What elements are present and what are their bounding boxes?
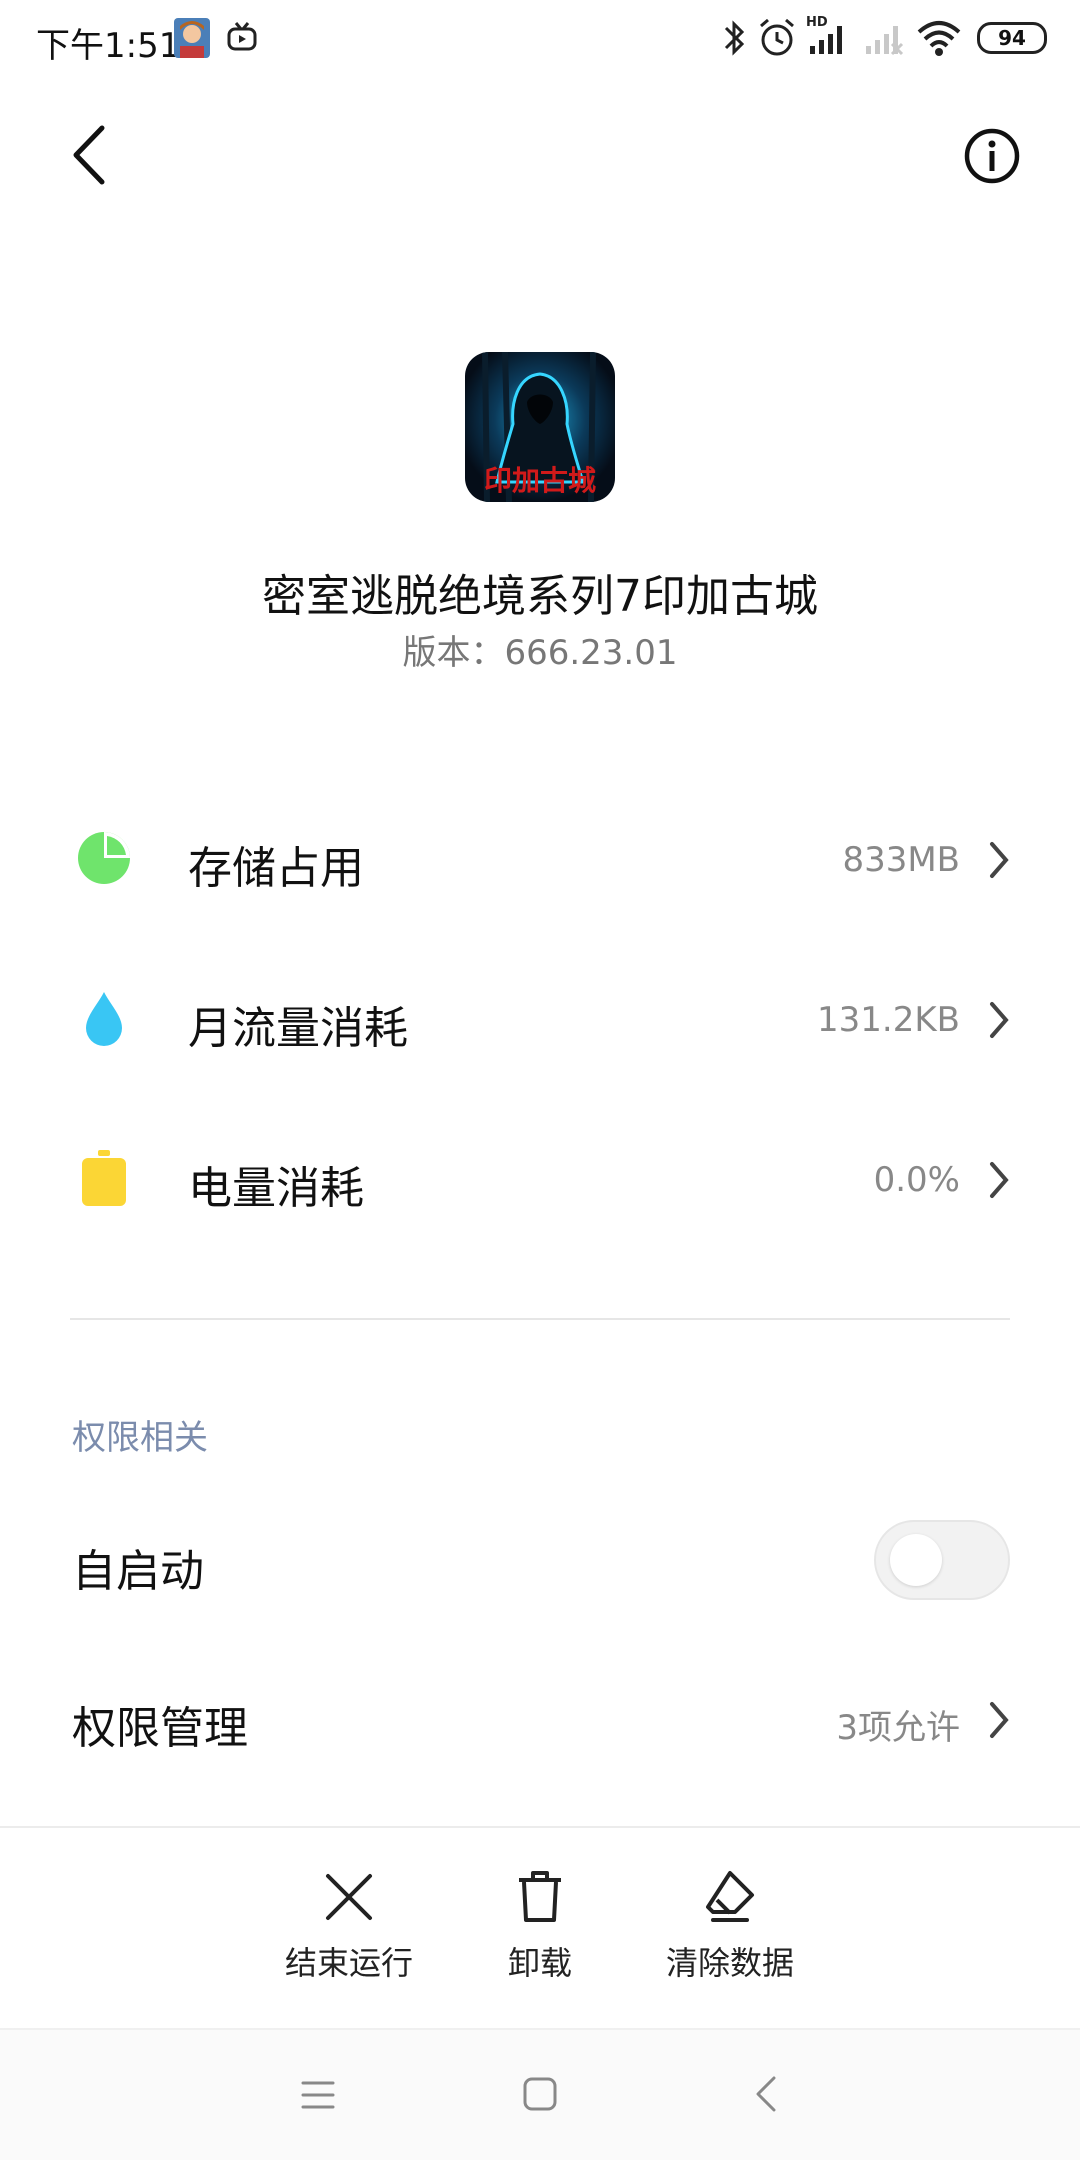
bluetooth-icon	[720, 18, 748, 62]
back-button[interactable]	[60, 120, 120, 190]
battery-usage-icon	[82, 1150, 126, 1206]
app-version: 666.23.01	[504, 633, 678, 673]
permission-manage-value: 3项允许	[836, 1708, 960, 1748]
svg-text:HD: HD	[806, 15, 828, 30]
data-usage-label: 月流量消耗	[188, 1003, 408, 1054]
storage-row[interactable]: 存储占用 833MB	[0, 800, 1080, 920]
battery-usage-row[interactable]: 电量消耗 0.0%	[0, 1120, 1080, 1240]
signal-empty-icon	[862, 14, 906, 62]
navigation-bar	[0, 2030, 1080, 2160]
storage-label: 存储占用	[188, 843, 364, 894]
wifi-icon	[916, 18, 962, 62]
eraser-icon	[706, 1871, 754, 1922]
water-drop-icon	[86, 992, 122, 1046]
signal-icon: HD	[806, 14, 850, 62]
pie-chart-icon	[78, 832, 130, 884]
chevron-right-icon	[990, 842, 1009, 878]
version-label: 版本：	[402, 633, 505, 673]
battery-level: 94	[998, 26, 1026, 50]
app-icon-text: 印加古城	[484, 464, 596, 497]
app-version-row: 版本：666.23.01	[0, 625, 1080, 674]
info-button[interactable]	[962, 126, 1022, 186]
status-bar: 下午1:51 HD 94	[0, 0, 1080, 80]
permissions-section-title: 权限相关	[72, 1418, 208, 1458]
permission-manage-label: 权限管理	[72, 1703, 248, 1754]
tv-icon	[226, 22, 258, 56]
chevron-right-icon	[990, 1162, 1009, 1198]
chevron-right-icon	[990, 1702, 1009, 1738]
data-usage-value: 131.2KB	[817, 1000, 960, 1040]
info-icon	[964, 128, 1020, 184]
status-time: 下午1:51	[36, 26, 181, 66]
autostart-toggle[interactable]	[874, 1520, 1010, 1600]
force-stop-button[interactable]: 结束运行	[249, 1870, 449, 1990]
clear-data-button[interactable]: 清除数据	[630, 1870, 830, 1990]
app-name: 密室逃脱绝境系列7印加古城	[262, 571, 818, 622]
uninstall-button[interactable]: 卸载	[440, 1870, 640, 1990]
clear-data-label: 清除数据	[665, 1944, 794, 1982]
alarm-icon	[758, 18, 796, 62]
autostart-label: 自启动	[72, 1546, 204, 1597]
battery-usage-label: 电量消耗	[188, 1163, 364, 1214]
uninstall-label: 卸载	[507, 1944, 572, 1982]
back-nav-icon[interactable]	[752, 2074, 780, 2114]
back-arrow-icon	[73, 125, 105, 185]
data-usage-row[interactable]: 月流量消耗 131.2KB	[0, 960, 1080, 1080]
home-icon[interactable]	[522, 2076, 558, 2112]
battery-usage-value: 0.0%	[873, 1160, 960, 1200]
app-icon: 印加古城	[465, 352, 615, 502]
force-stop-label: 结束运行	[284, 1944, 413, 1982]
action-bar-divider	[0, 1826, 1080, 1828]
menu-icon[interactable]	[300, 2078, 336, 2112]
section-divider	[70, 1318, 1010, 1320]
avatar-icon	[174, 18, 210, 62]
chevron-right-icon	[990, 1002, 1009, 1038]
battery-icon: 94	[977, 22, 1047, 54]
storage-value: 833MB	[842, 840, 960, 880]
trash-icon	[519, 1871, 561, 1922]
close-icon	[326, 1874, 372, 1920]
permission-manage-row[interactable]: 权限管理 3项允许	[0, 1660, 1080, 1780]
toggle-knob	[890, 1534, 942, 1586]
